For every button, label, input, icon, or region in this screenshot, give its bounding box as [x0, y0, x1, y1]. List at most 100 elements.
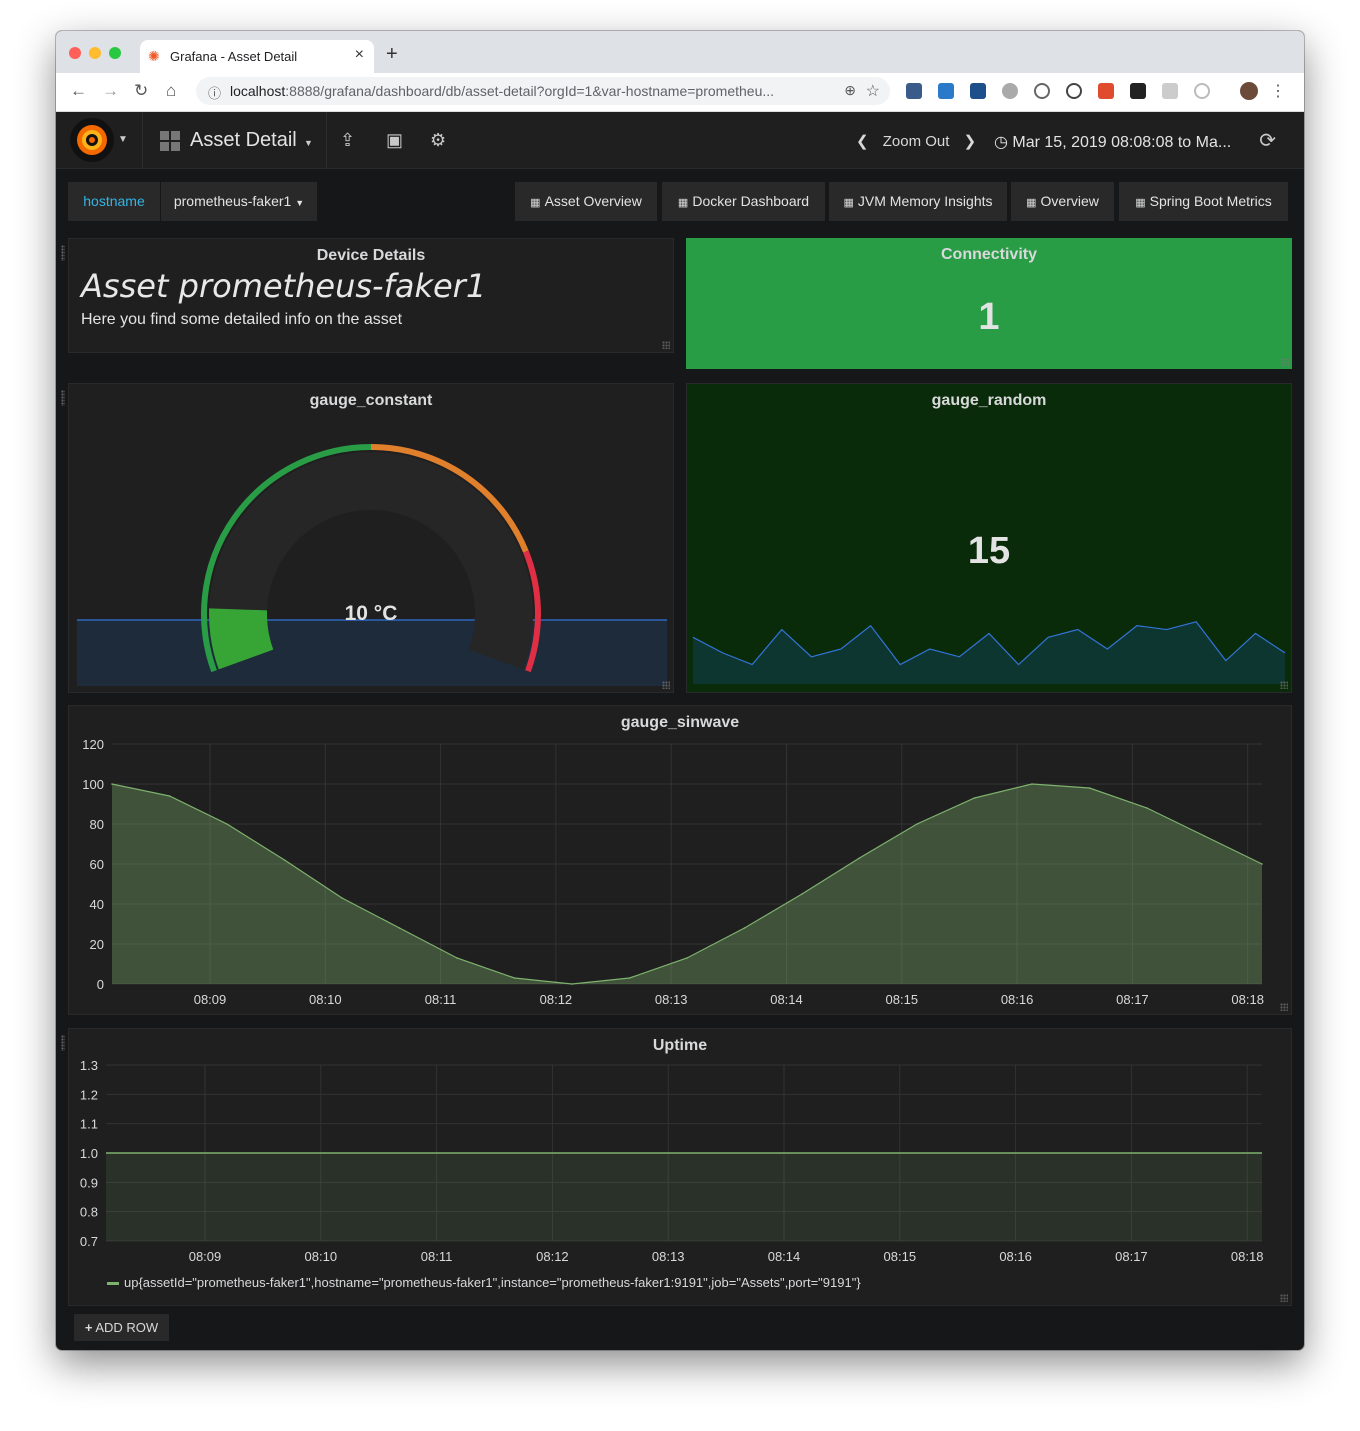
bookmark-star-icon[interactable]: ☆: [866, 81, 880, 101]
sinwave-point: [1031, 783, 1033, 785]
sinwave-point: [341, 897, 343, 899]
zoom-out-button[interactable]: Zoom Out: [883, 133, 950, 150]
extension-layers-icon[interactable]: [1130, 83, 1146, 99]
home-icon[interactable]: ⌂: [166, 81, 176, 101]
x-tick-label: 08:13: [655, 992, 688, 1007]
dashboard-link-icon: ▦: [530, 197, 541, 209]
sinwave-point: [111, 783, 113, 785]
react-devtools-icon[interactable]: [970, 83, 986, 99]
uptime-chart: 1.3 1.2 1.1 1.0 0.9 0.8 0.7 08:09 08:10 08:11 08:1…: [80, 1058, 1264, 1264]
extension-6-icon[interactable]: [1098, 83, 1114, 99]
maximize-window-button[interactable]: [109, 47, 121, 59]
dashboard-link-icon: ▦: [1026, 197, 1037, 209]
time-range-picker[interactable]: ◷ Mar 15, 2019 08:08:08 to Ma...: [994, 132, 1231, 152]
gauge-random-value: 15: [967, 530, 1011, 572]
browser-menu-icon[interactable]: ⋮: [1270, 81, 1286, 101]
navbar-divider: [142, 112, 143, 168]
x-tick-label: 08:16: [999, 1249, 1032, 1264]
extension-info-icon[interactable]: [1066, 83, 1082, 99]
dashboard-link-jvm-memory-insights[interactable]: ▦ JVM Memory Insights: [829, 182, 1007, 221]
y-tick-label: 1.0: [80, 1146, 98, 1161]
sinwave-chart: 120 100 80 60 40 20 0 08:09 08:10 08:11 08:12 08:13…: [82, 737, 1264, 1007]
y-tick-label: 20: [90, 937, 104, 952]
extension-2-icon[interactable]: [938, 83, 954, 99]
settings-gear-icon[interactable]: ⚙: [430, 130, 446, 151]
row-drag-handle[interactable]: [61, 245, 65, 261]
extension-1-icon[interactable]: [906, 83, 922, 99]
x-tick-label: 08:15: [884, 1249, 917, 1264]
x-tick-label: 08:10: [305, 1249, 338, 1264]
time-shift-forward-icon[interactable]: ❯: [964, 133, 977, 150]
x-tick-label: 08:09: [194, 992, 227, 1007]
variable-label-hostname: hostname: [68, 182, 160, 221]
dashboard-link-docker-dashboard[interactable]: ▦ Docker Dashboard: [662, 182, 825, 221]
y-tick-label: 100: [82, 777, 104, 792]
panel-resize-handle[interactable]: [1280, 1003, 1288, 1011]
dashboard-link-asset-overview[interactable]: ▦ Asset Overview: [515, 182, 657, 221]
address-bar[interactable]: ⓘ localhost:8888/grafana/dashboard/db/as…: [196, 77, 890, 105]
y-tick-label: 60: [90, 857, 104, 872]
site-info-icon[interactable]: ⓘ: [208, 83, 221, 102]
browser-tab-bar: ✺ Grafana - Asset Detail × +: [56, 31, 1304, 73]
sinwave-area: [112, 784, 1262, 984]
grafana-logo-icon[interactable]: [70, 118, 114, 162]
panel-resize-handle[interactable]: [662, 341, 670, 349]
uptime-legend-item[interactable]: up{assetId="prometheus-faker1",hostname=…: [107, 1275, 861, 1290]
zoom-icon[interactable]: ⊕: [844, 82, 856, 99]
row-drag-handle[interactable]: [61, 390, 65, 406]
sparkline-area: [77, 620, 667, 686]
time-shift-back-icon[interactable]: ❮: [856, 133, 869, 150]
x-tick-label: 08:09: [189, 1249, 222, 1264]
dashboard-title[interactable]: Asset Detail: [190, 129, 297, 152]
y-tick-label: 40: [90, 897, 104, 912]
extension-4-icon[interactable]: [1034, 83, 1050, 99]
close-tab-icon[interactable]: ×: [355, 46, 364, 64]
dashboard-link-icon: ▦: [677, 197, 689, 209]
panel-resize-handle[interactable]: [1280, 681, 1288, 689]
profile-avatar[interactable]: [1240, 82, 1258, 100]
x-tick-label: 08:11: [425, 992, 457, 1007]
save-icon[interactable]: ▣: [386, 130, 403, 151]
dashboard-link-overview[interactable]: ▦ Overview: [1011, 182, 1114, 221]
minimize-window-button[interactable]: [89, 47, 101, 59]
y-tick-label: 120: [82, 737, 104, 752]
sinwave-point: [743, 927, 746, 929]
close-window-button[interactable]: [69, 47, 81, 59]
chevron-down-icon[interactable]: ▼: [118, 134, 128, 145]
browser-tab[interactable]: ✺ Grafana - Asset Detail ×: [140, 40, 374, 73]
variable-select-hostname[interactable]: prometheus-faker1 ▼: [161, 182, 317, 221]
refresh-icon[interactable]: ⟳: [1259, 128, 1276, 153]
panel-title[interactable]: Connectivity: [686, 246, 1292, 264]
dashboard-grid-icon: [160, 131, 180, 151]
sinwave-point: [973, 797, 976, 799]
clock-icon: ◷: [994, 134, 1013, 151]
x-tick-label: 08:17: [1116, 992, 1149, 1007]
connectivity-value: 1: [978, 296, 1000, 338]
browser-window: ✺ Grafana - Asset Detail × + ← → ↻ ⌂ ⓘ l…: [56, 31, 1304, 1350]
y-tick-label: 0.8: [80, 1205, 98, 1220]
add-row-button[interactable]: + ADD ROW: [74, 1314, 169, 1341]
row-drag-handle[interactable]: [61, 1035, 65, 1051]
dashboard-link-spring-boot-metrics[interactable]: ▦ Spring Boot Metrics: [1119, 182, 1288, 221]
sinwave-point: [1203, 835, 1206, 837]
panel-resize-handle[interactable]: [662, 681, 670, 689]
new-tab-icon[interactable]: +: [386, 43, 398, 66]
share-icon[interactable]: ⇪: [340, 130, 355, 151]
panel-resize-handle[interactable]: [1281, 358, 1289, 366]
reload-icon[interactable]: ↻: [134, 81, 148, 101]
extension-9-icon[interactable]: [1194, 83, 1210, 99]
forward-icon[interactable]: →: [102, 81, 119, 101]
chevron-down-icon[interactable]: ▼: [304, 138, 313, 148]
sinwave-point: [628, 977, 631, 979]
x-tick-label: 08:12: [536, 1249, 569, 1264]
back-icon[interactable]: ←: [70, 81, 87, 101]
panel-resize-handle[interactable]: [1280, 1294, 1288, 1302]
extension-8-icon[interactable]: [1162, 83, 1178, 99]
panel-title[interactable]: Device Details: [69, 247, 673, 265]
navbar-divider: [326, 112, 327, 168]
extension-cloud-icon[interactable]: [1002, 83, 1018, 99]
x-tick-label: 08:18: [1231, 992, 1264, 1007]
y-tick-label: 1.1: [80, 1117, 98, 1132]
grafana-navbar: ▼ Asset Detail ▼ ⇪ ▣ ⚙ ❮ Zoom Out ❯ ◷ Ma…: [56, 112, 1304, 169]
x-tick-label: 08:15: [886, 992, 919, 1007]
